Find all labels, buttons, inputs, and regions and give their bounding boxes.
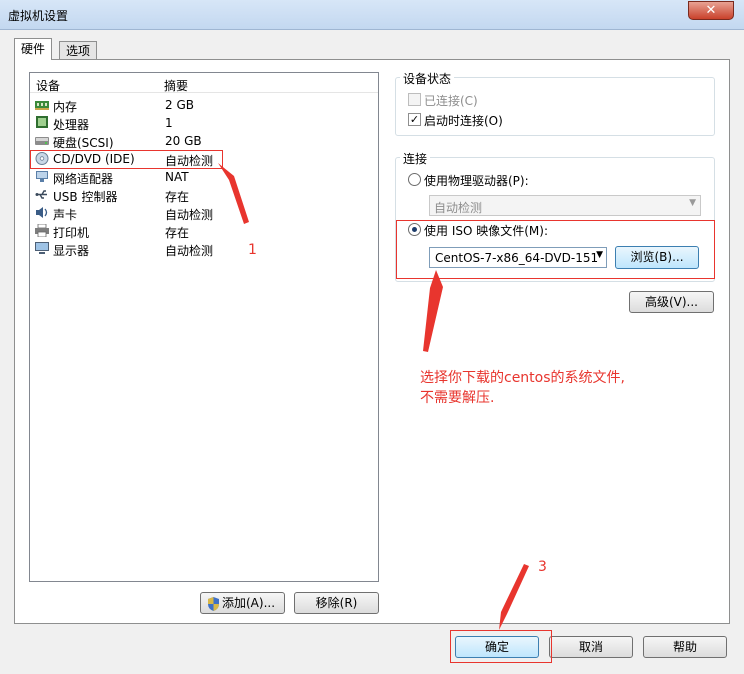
device-label: 硬盘(SCSI) [53,136,114,150]
device-label: 网络适配器 [53,172,114,186]
title-bar[interactable]: 虚拟机设置 [0,0,744,30]
device-row-usb[interactable]: USB 控制器 存在 [34,186,374,204]
cancel-label: 取消 [578,640,603,654]
cancel-button[interactable]: 取消 [549,636,633,658]
device-status-title: 设备状态 [400,70,455,87]
usb-icon [35,190,47,199]
physical-drive-label: 使用物理驱动器(P): [424,174,529,188]
network-adapter-icon [36,171,48,182]
close-icon: ✕ [705,3,717,18]
device-row-display[interactable]: 显示器 自动检测 [34,240,374,258]
device-summary: 存在 [165,226,190,240]
device-label: 显示器 [53,244,90,258]
connected-checkbox[interactable] [408,93,421,106]
tab-hardware[interactable]: 硬件 [14,38,53,60]
device-summary: 存在 [165,190,190,204]
window-title: 虚拟机设置 [8,9,69,23]
connection-title: 连接 [400,150,431,167]
remove-device-label: 移除(R) [315,596,358,610]
tab-options-label: 选项 [66,44,91,58]
device-label: USB 控制器 [53,190,118,204]
display-icon [35,242,49,254]
annotation-step-3: 3 [538,559,547,575]
column-header-device[interactable]: 设备 [36,77,60,94]
advanced-button[interactable]: 高级(V)... [629,291,714,313]
device-summary: NAT [165,170,189,184]
add-device-button[interactable]: 添加(A)... [200,592,285,614]
connected-label: 已连接(C) [424,94,478,108]
device-row-printer[interactable]: 打印机 存在 [34,222,374,240]
tab-hardware-label: 硬件 [21,42,46,56]
device-label: 处理器 [53,118,90,132]
hard-disk-icon [35,137,49,145]
sound-card-icon [36,207,48,218]
device-label: 打印机 [53,226,90,240]
device-row-sound-card[interactable]: 声卡 自动检测 [34,204,374,222]
chevron-down-icon: ▼ [689,198,696,208]
annotation-box-cd-dvd [30,150,223,169]
physical-drive-radio[interactable] [408,173,421,186]
annotation-box-ok [450,630,552,663]
advanced-label: 高级(V)... [644,295,699,309]
device-row-network-adapter[interactable]: 网络适配器 NAT [34,168,374,186]
help-button[interactable]: 帮助 [643,636,727,658]
annotation-box-iso [396,220,715,279]
tab-options[interactable]: 选项 [59,41,98,60]
physical-drive-dropdown[interactable]: 自动检测 ▼ [429,195,701,216]
device-list-header: 设备 摘要 [30,73,378,93]
device-row-memory[interactable]: 内存 2 GB [34,96,374,114]
connect-at-power-on-checkbox[interactable]: ✓ [408,113,421,126]
physical-drive-value: 自动检测 [434,201,483,215]
help-label: 帮助 [672,640,697,654]
device-summary: 自动检测 [165,208,214,222]
add-device-label: 添加(A)... [222,596,276,610]
device-summary: 20 GB [165,134,202,148]
processor-icon [36,116,48,128]
device-list[interactable]: 设备 摘要 内存 2 GB 处理器 1 硬盘(SCSI) 20 GB CD/DV… [29,72,379,582]
annotation-note-line2: 不需要解压. [420,390,495,406]
annotation-step-1: 1 [248,242,257,258]
connect-at-power-on-label: 启动时连接(O) [424,114,503,128]
close-button[interactable]: ✕ [688,1,734,20]
device-label: 内存 [53,100,78,114]
device-summary: 2 GB [165,98,194,112]
uac-shield-icon [208,597,219,611]
device-row-processor[interactable]: 处理器 1 [34,114,374,132]
device-row-hard-disk[interactable]: 硬盘(SCSI) 20 GB [34,132,374,150]
memory-icon [35,101,49,110]
device-summary: 自动检测 [165,244,214,258]
printer-icon [35,224,49,237]
device-summary: 1 [165,116,173,130]
remove-device-button[interactable]: 移除(R) [294,592,379,614]
annotation-note-line1: 选择你下载的centos的系统文件, [420,370,625,386]
device-label: 声卡 [53,208,78,222]
column-header-summary[interactable]: 摘要 [164,77,188,94]
